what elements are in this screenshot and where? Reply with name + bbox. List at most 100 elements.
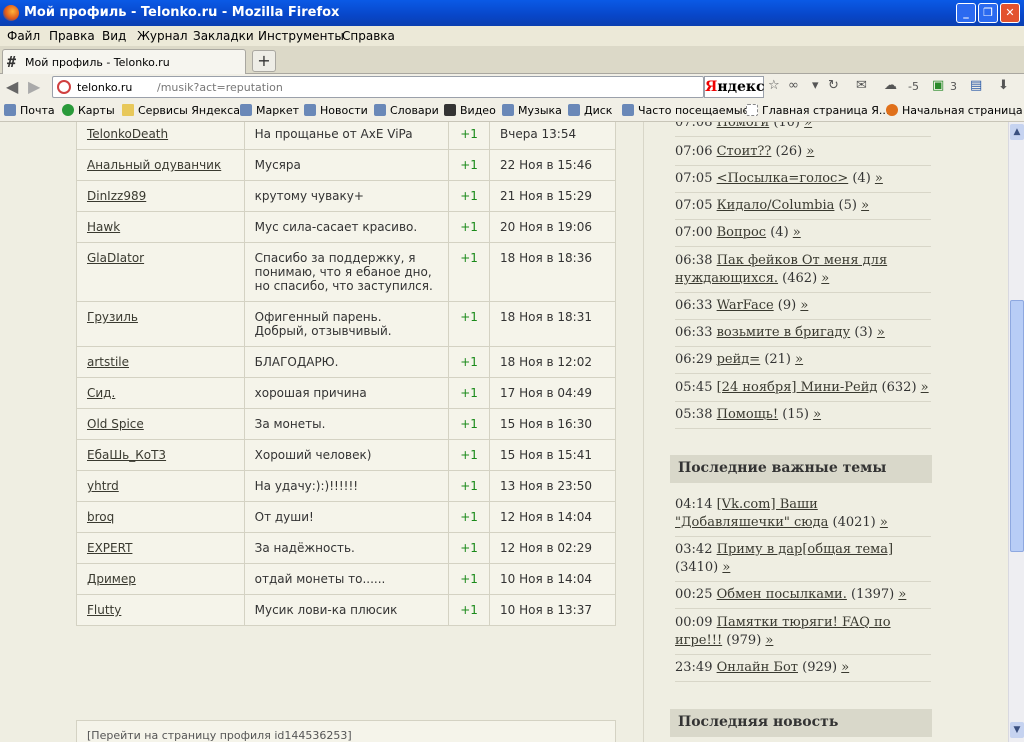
bookmark-most-visited[interactable]: Часто посещаемые: [622, 104, 749, 117]
topic-arrow[interactable]: »: [806, 144, 814, 159]
new-tab-button[interactable]: +: [252, 50, 276, 72]
topic-link[interactable]: [24 ноября] Мини-Рейд: [717, 380, 878, 395]
topic-link[interactable]: Вопрос: [717, 225, 766, 240]
topic-link[interactable]: Обмен посылками.: [717, 587, 847, 602]
menu-edit[interactable]: Правка: [49, 29, 95, 43]
user-link[interactable]: Flutty: [87, 603, 121, 617]
close-button[interactable]: ✕: [1000, 3, 1020, 23]
user-link[interactable]: Сид.: [87, 386, 115, 400]
bookmark-dictionaries[interactable]: Словари: [374, 104, 439, 117]
topic-item: 00:09 Памятки тюряги! FAQ по игре!!! (97…: [675, 614, 931, 655]
menu-file[interactable]: Файл: [7, 29, 40, 43]
user-link[interactable]: EXPERT: [87, 541, 132, 555]
back-icon[interactable]: ◀: [6, 77, 18, 96]
topic-link[interactable]: Помоги: [717, 122, 770, 130]
dropdown-icon[interactable]: ▾: [812, 78, 819, 93]
topic-arrow[interactable]: »: [821, 271, 829, 286]
vertical-scrollbar[interactable]: ▲ ▼: [1008, 122, 1024, 742]
scroll-down-icon[interactable]: ▼: [1010, 722, 1024, 738]
topic-arrow[interactable]: »: [921, 380, 929, 395]
user-cell: Грузиль: [76, 301, 245, 347]
topic-link[interactable]: Онлайн Бот: [717, 660, 798, 675]
topic-arrow[interactable]: »: [765, 633, 773, 648]
topic-arrow[interactable]: »: [861, 198, 869, 213]
menu-view[interactable]: Вид: [102, 29, 126, 43]
user-link[interactable]: Old Spice: [87, 417, 144, 431]
addon-icon[interactable]: ▤: [970, 78, 982, 93]
topic-arrow[interactable]: »: [875, 171, 883, 186]
minimize-button[interactable]: _: [956, 3, 976, 23]
yandex-search-button[interactable]: Яндекс: [704, 76, 764, 98]
address-bar[interactable]: telonko.ru /musik?act=reputation: [52, 76, 704, 98]
profile-link[interactable]: [Перейти на страницу профиля id144536253…: [76, 720, 616, 742]
counter-icon[interactable]: ▣: [932, 78, 944, 93]
user-link[interactable]: yhtrd: [87, 479, 119, 493]
topic-link[interactable]: Стоит??: [717, 144, 772, 159]
topic-count: (26): [771, 144, 807, 159]
topic-arrow[interactable]: »: [800, 298, 808, 313]
topic-arrow[interactable]: »: [793, 225, 801, 240]
topic-arrow[interactable]: »: [813, 407, 821, 422]
topic-link[interactable]: Кидало/Columbia: [717, 198, 835, 213]
user-link[interactable]: Дример: [87, 572, 136, 586]
user-link[interactable]: Грузиль: [87, 310, 138, 324]
points-cell: +1: [448, 242, 491, 302]
topic-arrow[interactable]: »: [722, 560, 730, 575]
bookmark-news[interactable]: Новости: [304, 104, 368, 117]
main-column: TelonkoDeath На прощанье от AxE ViPa +1 Вче…: [0, 122, 644, 742]
bookmark-mail[interactable]: Почта: [4, 104, 55, 117]
user-link[interactable]: Hawk: [87, 220, 120, 234]
user-link[interactable]: TelonkoDeath: [87, 127, 168, 141]
bookmark-disk[interactable]: Диск: [568, 104, 612, 117]
reader-icon[interactable]: ∞: [788, 78, 799, 93]
maximize-button[interactable]: ❐: [978, 3, 998, 23]
bookmark-yandex-services[interactable]: Сервисы Яндекса: [122, 104, 240, 117]
menu-history[interactable]: Журнал: [137, 29, 188, 43]
menu-help[interactable]: Справка: [342, 29, 395, 43]
topic-link[interactable]: возьмите в бригаду: [717, 325, 851, 340]
download-icon[interactable]: ⬇: [998, 78, 1009, 93]
topic-arrow[interactable]: »: [795, 352, 803, 367]
topic-link[interactable]: рейд=: [717, 352, 761, 367]
weather-icon[interactable]: ☁: [884, 78, 897, 93]
market-icon: [240, 104, 252, 116]
forward-icon[interactable]: ▶: [28, 77, 40, 96]
mail-icon[interactable]: ✉: [856, 78, 867, 93]
topic-link[interactable]: WarFace: [717, 298, 774, 313]
topic-link[interactable]: Помощь!: [717, 407, 779, 422]
bookmark-market[interactable]: Маркет: [240, 104, 299, 117]
user-link[interactable]: artstile: [87, 355, 129, 369]
reload-icon[interactable]: ↻: [828, 78, 839, 93]
comment-cell: На прощанье от AxE ViPa: [243, 122, 450, 150]
scroll-up-icon[interactable]: ▲: [1010, 124, 1024, 140]
bookmarks-bar: Почта Карты Сервисы Яндекса Маркет Новос…: [0, 100, 1024, 122]
topic-link[interactable]: Приму в дар[общая тема]: [717, 542, 893, 557]
topic-arrow[interactable]: »: [880, 515, 888, 530]
bookmark-yandex-home[interactable]: Главная страница Я...: [746, 104, 889, 117]
bookmark-start-page[interactable]: Начальная страница: [886, 104, 1023, 117]
topic-count: (4): [848, 171, 875, 186]
topic-arrow[interactable]: »: [841, 660, 849, 675]
bookmark-maps[interactable]: Карты: [62, 104, 115, 117]
bookmark-star-icon[interactable]: ☆: [768, 78, 780, 93]
user-link[interactable]: GlaDIator: [87, 251, 144, 265]
user-link[interactable]: DinIzz989: [87, 189, 146, 203]
user-link[interactable]: Анальный одуванчик: [87, 158, 221, 172]
topic-arrow[interactable]: »: [898, 587, 906, 602]
site-favicon-icon: #: [7, 53, 17, 71]
topic-arrow[interactable]: »: [877, 325, 885, 340]
menu-bookmarks[interactable]: Закладки: [193, 29, 254, 43]
topic-item: 07:00 Вопрос (4) »: [675, 224, 931, 247]
window-titlebar: Мой профиль - Telonko.ru - Mozilla Firef…: [0, 0, 1024, 26]
menu-tools[interactable]: Инструменты: [258, 29, 344, 43]
bookmark-music[interactable]: Музыка: [502, 104, 562, 117]
topic-arrow[interactable]: »: [804, 122, 812, 130]
tab-profile[interactable]: # Мой профиль - Telonko.ru: [2, 49, 246, 75]
comment-cell: хорошая причина: [243, 377, 450, 409]
bookmark-video[interactable]: Видео: [444, 104, 496, 117]
user-link[interactable]: ЕбаШь_КоТ3: [87, 448, 166, 462]
site-identity-icon[interactable]: [57, 80, 71, 94]
topic-link[interactable]: <Посылка=голос>: [717, 171, 849, 186]
scrollbar-thumb[interactable]: [1010, 300, 1024, 552]
user-link[interactable]: broq: [87, 510, 114, 524]
